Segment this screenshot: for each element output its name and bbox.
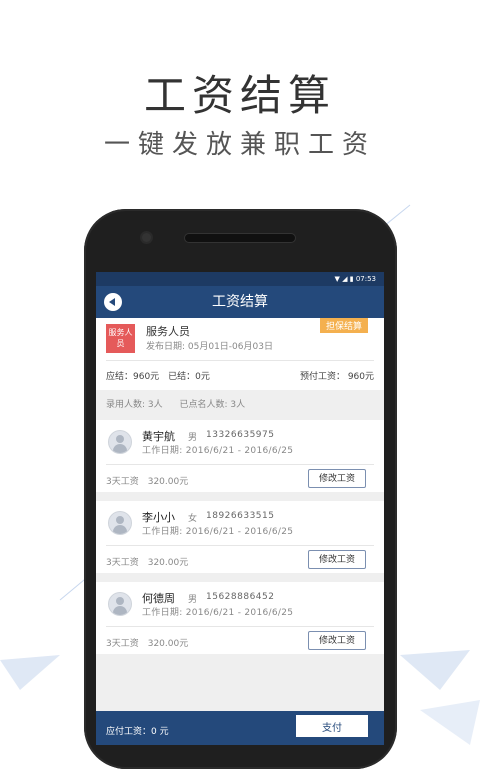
payment-footer: 应付工资：0 元 支付 <box>96 711 384 745</box>
worker-card: 黄宇航 男 13326635975 工作日期: 2016/6/21 - 2016… <box>96 420 384 492</box>
divider <box>106 464 374 465</box>
worker-gender: 男 <box>188 433 198 443</box>
worker-phone: 13326635975 <box>206 430 275 440</box>
worker-name: 黄宇航 <box>142 430 175 443</box>
divider <box>106 360 374 361</box>
edit-wage-button[interactable]: 修改工资 <box>308 469 366 488</box>
edit-wage-button[interactable]: 修改工资 <box>308 631 366 650</box>
job-tag: 服务人员 <box>106 324 135 353</box>
avatar <box>108 511 132 535</box>
nav-bar: 工资结算 <box>96 286 384 318</box>
avatar <box>108 430 132 454</box>
worker-gender: 男 <box>188 595 198 605</box>
worker-phone: 18926633515 <box>206 511 275 521</box>
divider <box>106 545 374 546</box>
avatar <box>108 592 132 616</box>
worker-name: 李小小 <box>142 511 175 524</box>
worker-name: 何德周 <box>142 592 175 605</box>
hero-title: 工资结算 <box>143 71 336 120</box>
worker-pay: 3天工资 320.00元 <box>106 477 189 487</box>
hired-count: 录用人数: 3人 <box>106 400 163 410</box>
worker-gender: 女 <box>188 514 198 524</box>
worker-work-date: 工作日期: 2016/6/21 - 2016/6/25 <box>142 527 294 537</box>
divider <box>106 626 374 627</box>
speaker-grille <box>185 234 295 242</box>
signal-icon: ▼ ◢ ▮ <box>334 275 356 283</box>
guarantee-badge: 担保结算 <box>319 318 368 333</box>
headcount-row: 录用人数: 3人 已点名人数: 3人 <box>96 390 384 420</box>
job-summary-card: 服务人员 服务人员 发布日期: 05月01日-06月03日 担保结算 应结：96… <box>96 318 384 390</box>
worker-work-date: 工作日期: 2016/6/21 - 2016/6/25 <box>142 446 294 456</box>
worker-pay: 3天工资 320.00元 <box>106 558 189 568</box>
pay-button[interactable]: 支付 <box>296 715 368 737</box>
job-name: 服务人员 <box>146 325 190 338</box>
worker-card: 李小小 女 18926633515 工作日期: 2016/6/21 - 2016… <box>96 501 384 573</box>
worker-phone: 15628886452 <box>206 592 275 602</box>
prepay-amount: 预付工资： 960元 <box>299 372 374 382</box>
due-wage-label: 应付工资：0 元 <box>106 727 169 737</box>
edit-wage-button[interactable]: 修改工资 <box>308 550 366 569</box>
nav-title: 工资结算 <box>212 294 268 310</box>
hero-subtitle: 一键发放兼职工资 <box>103 130 376 160</box>
app-screen: ▼ ◢ ▮ 07:53 工资结算 服务人员 服务人员 发布日期: 05月01日-… <box>96 272 384 745</box>
camera-icon <box>142 233 151 242</box>
worker-pay: 3天工资 320.00元 <box>106 639 189 649</box>
worker-work-date: 工作日期: 2016/6/21 - 2016/6/25 <box>142 608 294 618</box>
settled-amount: 应结：960元 已结：0元 <box>106 372 210 382</box>
publish-date: 发布日期: 05月01日-06月03日 <box>146 342 273 352</box>
status-bar: ▼ ◢ ▮ 07:53 <box>96 272 384 286</box>
worker-card: 何德周 男 15628886452 工作日期: 2016/6/21 - 2016… <box>96 582 384 654</box>
status-time: 07:53 <box>355 275 376 283</box>
checked-count: 已点名人数: 3人 <box>179 400 246 410</box>
